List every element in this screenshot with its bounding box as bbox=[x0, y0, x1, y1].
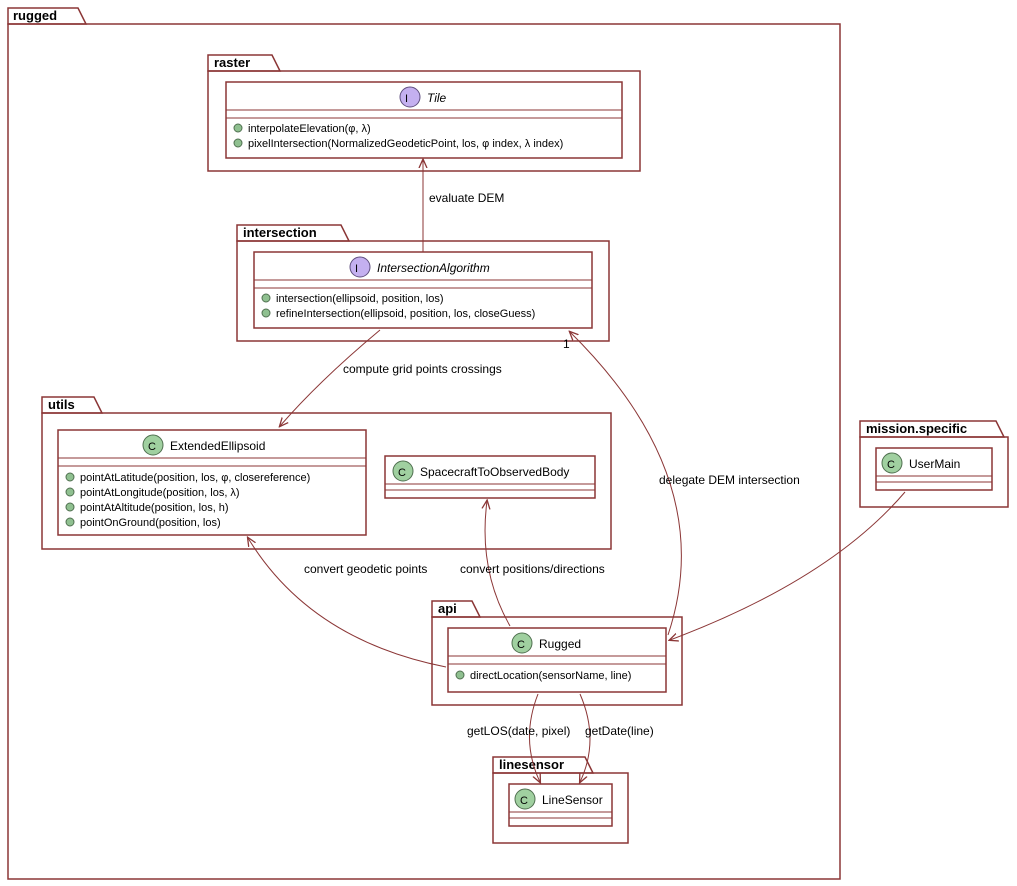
rel-compute-crossings-label: compute grid points crossings bbox=[343, 362, 502, 376]
class-sc-to-body: C SpacecraftToObservedBody bbox=[385, 456, 595, 498]
class-um-name: UserMain bbox=[909, 457, 960, 471]
class-line-sensor: C LineSensor bbox=[509, 784, 612, 826]
stereotype-icon: C bbox=[517, 639, 525, 651]
rel-convert-geodetic-label: convert geodetic points bbox=[304, 562, 427, 576]
package-api: api bbox=[432, 601, 682, 705]
stereotype-icon: I bbox=[405, 93, 408, 105]
rel-evaluate-dem-label: evaluate DEM bbox=[429, 191, 504, 205]
class-extended-ellipsoid: C ExtendedEllipsoid pointAtLatitude(posi… bbox=[58, 430, 366, 535]
class-tile: I Tile interpolateElevation(φ, λ) pixelI… bbox=[226, 82, 622, 158]
class-tile-name: Tile bbox=[427, 91, 447, 105]
package-raster: raster bbox=[208, 55, 640, 171]
rel-usermain-rugged bbox=[670, 492, 905, 640]
class-intersection-algorithm: I IntersectionAlgorithm intersection(ell… bbox=[254, 252, 592, 328]
ee-member-0: pointAtLatitude(position, los, φ, closer… bbox=[80, 472, 310, 484]
rugged-member-0: directLocation(sensorName, line) bbox=[470, 670, 631, 682]
class-sc-name: SpacecraftToObservedBody bbox=[420, 465, 569, 479]
rel-delegate-dem-mult: 1 bbox=[563, 337, 570, 351]
class-ia-name: IntersectionAlgorithm bbox=[377, 261, 490, 275]
rel-compute-crossings bbox=[280, 330, 380, 426]
package-raster-label: raster bbox=[214, 55, 250, 70]
package-intersection-label: intersection bbox=[243, 225, 317, 240]
package-rugged-label: rugged bbox=[13, 8, 57, 23]
stereotype-icon: I bbox=[355, 263, 358, 275]
rel-convert-geodetic bbox=[248, 538, 446, 667]
package-utils-label: utils bbox=[48, 397, 75, 412]
rel-get-los-label: getLOS(date, pixel) bbox=[467, 724, 570, 738]
stereotype-icon: C bbox=[520, 795, 528, 807]
rel-delegate-dem-label: delegate DEM intersection bbox=[659, 473, 800, 487]
package-mission-label: mission.specific bbox=[866, 421, 967, 436]
class-ls-name: LineSensor bbox=[542, 793, 603, 807]
ia-member-1: refineIntersection(ellipsoid, position, … bbox=[276, 308, 535, 320]
package-api-label: api bbox=[438, 601, 457, 616]
stereotype-icon: C bbox=[398, 467, 406, 479]
class-rugged: C Rugged directLocation(sensorName, line… bbox=[448, 628, 666, 692]
tile-member-1: pixelIntersection(NormalizedGeodeticPoin… bbox=[248, 138, 563, 150]
ee-member-1: pointAtLongitude(position, los, λ) bbox=[80, 487, 240, 499]
ee-member-3: pointOnGround(position, los) bbox=[80, 517, 221, 529]
ia-member-0: intersection(ellipsoid, position, los) bbox=[276, 293, 444, 305]
tile-member-0: interpolateElevation(φ, λ) bbox=[248, 123, 371, 135]
ee-member-2: pointAtAltitude(position, los, h) bbox=[80, 502, 229, 514]
stereotype-icon: C bbox=[887, 459, 895, 471]
class-user-main: C UserMain bbox=[876, 448, 992, 490]
rel-get-date-label: getDate(line) bbox=[585, 724, 654, 738]
class-ee-name: ExtendedEllipsoid bbox=[170, 439, 265, 453]
rel-convert-posdir-label: convert positions/directions bbox=[460, 562, 605, 576]
class-rugged-name: Rugged bbox=[539, 637, 581, 651]
stereotype-icon: C bbox=[148, 441, 156, 453]
rel-get-date bbox=[580, 694, 590, 782]
